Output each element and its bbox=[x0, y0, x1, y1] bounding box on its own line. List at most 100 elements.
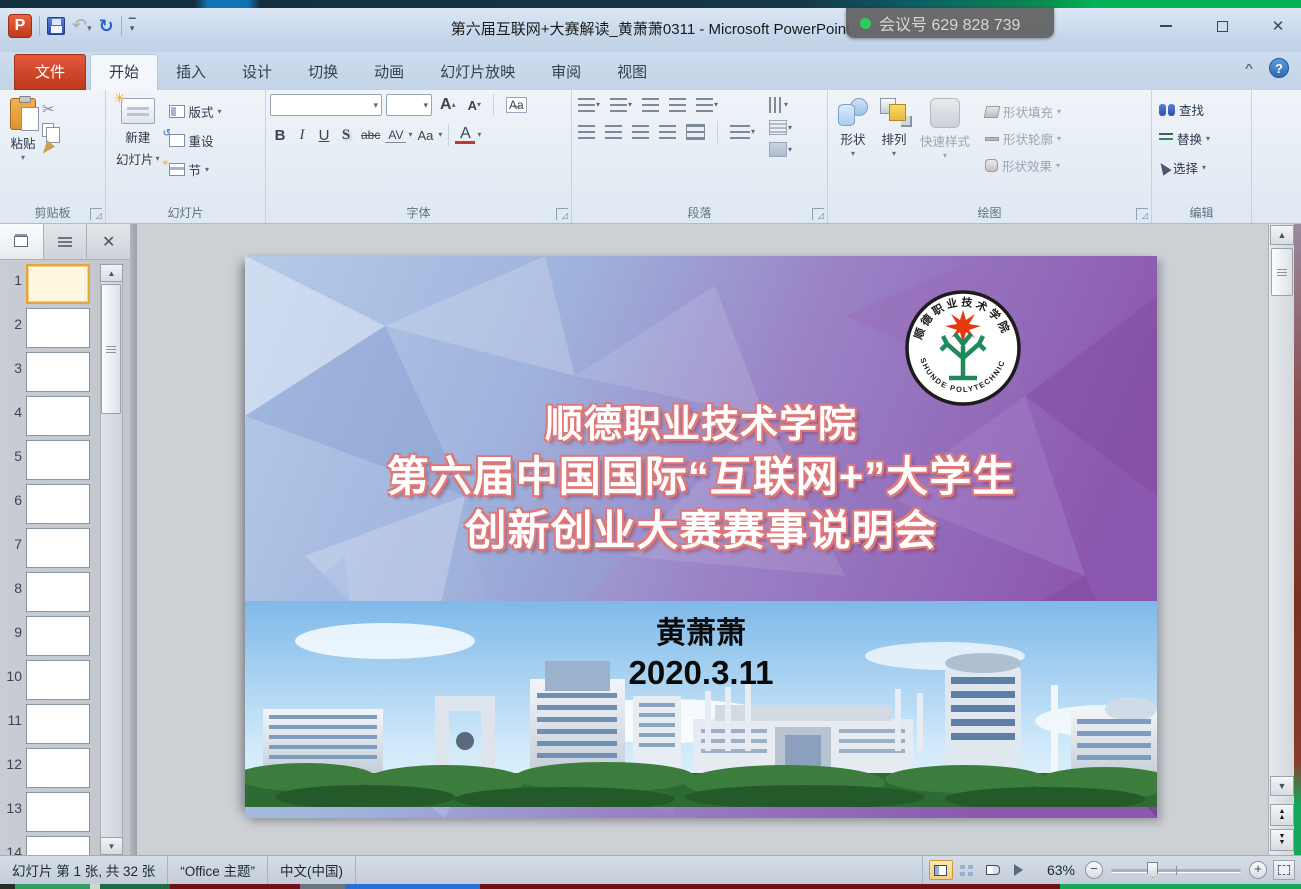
presenter-block[interactable]: 黄萧萧 2020.3.11 bbox=[245, 615, 1157, 693]
zoom-percentage[interactable]: 63% bbox=[1037, 862, 1085, 878]
cut-icon[interactable]: ✂ bbox=[42, 100, 55, 118]
panel-scrollbar-thumb[interactable] bbox=[101, 284, 121, 414]
strikethrough-button[interactable]: abc bbox=[358, 128, 383, 142]
scrollbar-thumb[interactable] bbox=[1271, 248, 1293, 296]
theme-name[interactable]: “Office 主题” bbox=[168, 856, 268, 884]
align-text-button[interactable]: ▾ bbox=[767, 119, 794, 136]
underline-button[interactable]: U bbox=[314, 127, 334, 144]
tab-outline[interactable] bbox=[44, 224, 88, 259]
thumbnail-slide-11[interactable]: 11 bbox=[0, 704, 98, 744]
scroll-up-icon[interactable]: ▲ bbox=[1270, 225, 1294, 245]
scroll-down-icon[interactable]: ▼ bbox=[100, 837, 123, 855]
thumbnail-slide-14[interactable]: 14 bbox=[0, 836, 98, 855]
change-case-button[interactable]: Aa bbox=[415, 128, 437, 143]
find-button[interactable]: 查找 bbox=[1156, 98, 1247, 121]
select-button[interactable]: 选择 ▾ bbox=[1156, 156, 1247, 179]
previous-slide-button[interactable]: ▲▲ bbox=[1270, 804, 1294, 826]
shape-fill-button[interactable]: 形状填充 ▾ bbox=[982, 100, 1064, 123]
clear-formatting-button[interactable]: A̶a bbox=[502, 96, 531, 114]
slide-counter[interactable]: 幻灯片 第 1 张, 共 32 张 bbox=[0, 856, 168, 884]
tab-review[interactable]: 审阅 bbox=[533, 55, 599, 90]
font-color-button[interactable]: A bbox=[455, 126, 475, 144]
reset-button[interactable]: 重设 bbox=[166, 129, 225, 152]
tab-design[interactable]: 设计 bbox=[224, 55, 290, 90]
font-dialog-launcher-icon[interactable]: ◿ bbox=[556, 208, 568, 220]
convert-smartart-button[interactable]: ▾ bbox=[767, 141, 794, 158]
text-direction-button[interactable]: ▾ bbox=[767, 96, 794, 114]
italic-button[interactable]: I bbox=[292, 127, 312, 144]
layout-button[interactable]: 版式 ▾ bbox=[166, 100, 225, 123]
tab-file[interactable]: 文件 bbox=[14, 54, 86, 90]
scroll-down-icon[interactable]: ▼ bbox=[1270, 776, 1294, 796]
arrange-button[interactable]: 排列 ▾ bbox=[874, 94, 914, 203]
thumbnail-slide-7[interactable]: 7 bbox=[0, 528, 98, 568]
normal-view-button[interactable] bbox=[929, 860, 953, 880]
close-panel-button[interactable]: ✕ bbox=[87, 224, 130, 259]
shrink-font-button[interactable]: A▾ bbox=[464, 97, 485, 114]
slide-canvas[interactable]: 顺德职业技术学院 SHUNDE POLYTECHNIC bbox=[245, 256, 1157, 818]
section-button[interactable]: 节 ▾ bbox=[166, 158, 225, 181]
thumbnail-slide-8[interactable]: 8 bbox=[0, 572, 98, 612]
paste-button[interactable]: 粘贴 ▾ bbox=[4, 94, 42, 165]
vertical-scrollbar[interactable]: ▲ ▼ ▲▲ ▼▼ bbox=[1268, 224, 1294, 855]
bullets-button[interactable]: ▾ bbox=[576, 97, 602, 113]
line-spacing-button[interactable]: ▾ bbox=[694, 97, 720, 113]
quick-styles-button[interactable]: 快速样式 ▾ bbox=[914, 94, 976, 203]
shape-outline-button[interactable]: 形状轮廓 ▾ bbox=[982, 127, 1064, 150]
zoom-in-button[interactable]: + bbox=[1249, 861, 1267, 879]
thumbnail-slide-12[interactable]: 12 bbox=[0, 748, 98, 788]
thumbnail-slide-2[interactable]: 2 bbox=[0, 308, 98, 348]
panel-splitter[interactable] bbox=[130, 224, 137, 855]
customize-qat-button[interactable]: ▔▾ bbox=[129, 21, 136, 31]
tab-transitions[interactable]: 切换 bbox=[290, 55, 356, 90]
bold-button[interactable]: B bbox=[270, 127, 290, 144]
shapes-button[interactable]: 形状 ▾ bbox=[832, 94, 874, 203]
reading-view-button[interactable] bbox=[981, 860, 1005, 880]
text-shadow-button[interactable]: S bbox=[336, 127, 356, 144]
thumbnail-slide-5[interactable]: 5 bbox=[0, 440, 98, 480]
font-name-combobox[interactable]: ▾ bbox=[270, 94, 382, 116]
tab-home[interactable]: 开始 bbox=[90, 54, 158, 90]
copy-icon[interactable] bbox=[42, 123, 54, 137]
thumbnail-slide-3[interactable]: 3 bbox=[0, 352, 98, 392]
thumbnail-slide-10[interactable]: 10 bbox=[0, 660, 98, 700]
tab-insert[interactable]: 插入 bbox=[158, 55, 224, 90]
thumbnail-slide-4[interactable]: 4 bbox=[0, 396, 98, 436]
undo-button[interactable]: ↶▾ bbox=[72, 16, 92, 36]
next-slide-button[interactable]: ▼▼ bbox=[1270, 829, 1294, 851]
thumbnail-slide-6[interactable]: 6 bbox=[0, 484, 98, 524]
slideshow-view-button[interactable] bbox=[1007, 860, 1031, 880]
grow-font-button[interactable]: A▴ bbox=[436, 95, 460, 115]
redo-icon[interactable]: ↻ bbox=[99, 17, 114, 35]
close-button[interactable]: ✕ bbox=[1265, 16, 1291, 36]
slide-title-block[interactable]: 顺德职业技术学院 第六届中国国际“互联网+”大学生 创新创业大赛赛事说明会 bbox=[245, 400, 1157, 558]
help-icon[interactable]: ? bbox=[1269, 58, 1289, 78]
columns-button[interactable]: ▾ bbox=[728, 124, 757, 140]
font-size-combobox[interactable]: ▾ bbox=[386, 94, 432, 116]
tab-animations[interactable]: 动画 bbox=[356, 55, 422, 90]
panel-scrollbar[interactable]: ▲ ▼ bbox=[100, 264, 123, 855]
save-icon[interactable] bbox=[47, 17, 65, 35]
thumbnail-slide-13[interactable]: 13 bbox=[0, 792, 98, 832]
distributed-button[interactable] bbox=[684, 123, 707, 141]
increase-indent-button[interactable] bbox=[667, 97, 688, 113]
drawing-dialog-launcher-icon[interactable]: ◿ bbox=[1136, 208, 1148, 220]
align-center-button[interactable] bbox=[603, 124, 624, 140]
zoom-slider-thumb[interactable] bbox=[1147, 862, 1158, 878]
thumbnail-slide-9[interactable]: 9 bbox=[0, 616, 98, 656]
slide-sorter-view-button[interactable] bbox=[955, 860, 979, 880]
maximize-button[interactable] bbox=[1209, 16, 1235, 36]
minimize-button[interactable] bbox=[1153, 16, 1179, 36]
zoom-out-button[interactable]: − bbox=[1085, 861, 1103, 879]
justify-button[interactable] bbox=[657, 124, 678, 140]
align-right-button[interactable] bbox=[630, 124, 651, 140]
replace-button[interactable]: 替换 ▾ bbox=[1156, 127, 1247, 150]
thumbnail-slide-1[interactable]: 1 bbox=[0, 264, 98, 304]
scroll-up-icon[interactable]: ▲ bbox=[100, 264, 123, 282]
slide-editing-area[interactable]: 顺德职业技术学院 SHUNDE POLYTECHNIC bbox=[137, 224, 1268, 855]
meeting-overlay-badge[interactable]: 会议号 629 828 739 bbox=[846, 8, 1054, 38]
tab-slideshow[interactable]: 幻灯片放映 bbox=[422, 55, 533, 90]
clipboard-dialog-launcher-icon[interactable]: ◿ bbox=[90, 208, 102, 220]
fit-to-window-button[interactable] bbox=[1273, 860, 1295, 880]
language-indicator[interactable]: 中文(中国) bbox=[268, 856, 356, 884]
